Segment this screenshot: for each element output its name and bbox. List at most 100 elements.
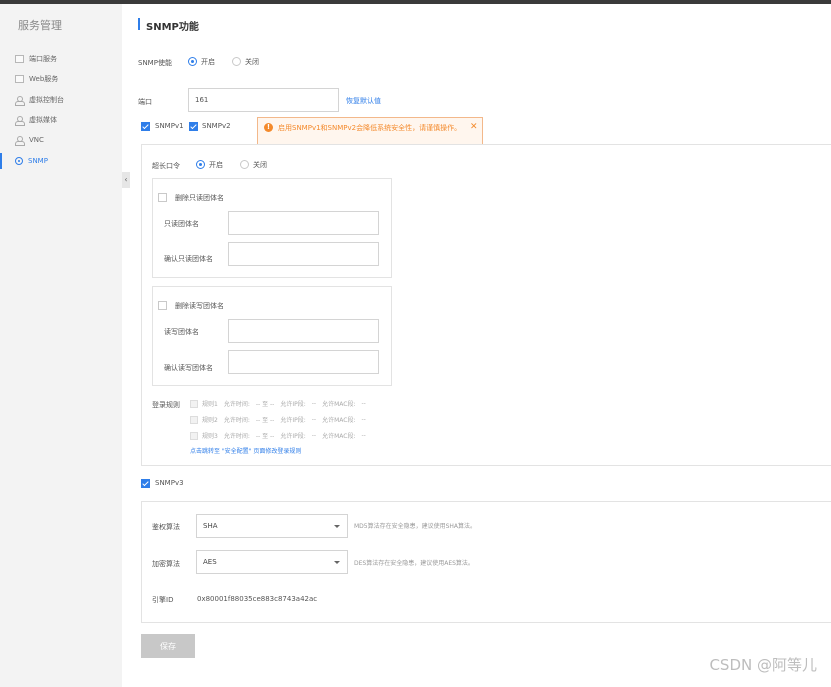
readonly-name-input[interactable] <box>228 211 379 235</box>
warning-icon: ! <box>264 123 273 132</box>
login-rule-checkbox[interactable] <box>190 431 198 440</box>
snmpv1-label: SNMPv1 <box>155 122 184 130</box>
sidebar: 服务管理 端口服务 Web服务 虚拟控制台 虚拟媒体 VNC SNMP <box>0 4 122 687</box>
rule-mac-value: -- <box>361 432 366 439</box>
rule-time-label: 允许时间: <box>223 401 250 408</box>
engine-id-label: 引擎ID <box>152 596 174 604</box>
snmpv1-checkbox[interactable] <box>141 122 150 131</box>
login-rule-row: 规则2 允许时间: -- 至 -- 允许IP段: -- 允许MAC段: -- <box>190 415 372 424</box>
rule-mac-label: 允许MAC段: <box>322 417 356 424</box>
login-rule-row: 规则1 允许时间: -- 至 -- 允许IP段: -- 允许MAC段: -- <box>190 399 372 408</box>
page-title: SNMP功能 <box>146 22 199 33</box>
snmp-enable-label: SNMP使能 <box>138 59 172 67</box>
rule-name: 规则3 <box>202 433 218 440</box>
delete-readonly-checkbox[interactable] <box>158 193 167 202</box>
rule-mac-value: -- <box>361 400 366 407</box>
warning-text: 启用SNMPv1和SNMPv2会降低系统安全性，请谨慎操作。 <box>278 124 462 132</box>
snmpv2-checkbox[interactable] <box>189 122 198 131</box>
long-password-label: 超长口令 <box>152 162 180 170</box>
snmp-enable-on-radio[interactable] <box>188 57 197 66</box>
encryption-algorithm-value: AES <box>203 558 217 566</box>
encryption-algorithm-label: 加密算法 <box>152 560 180 568</box>
rule-ip-label: 允许IP段: <box>280 401 306 408</box>
readwrite-name-input[interactable] <box>228 319 379 343</box>
login-rule-checkbox[interactable] <box>190 415 198 424</box>
rule-name: 规则1 <box>202 401 218 408</box>
close-icon[interactable]: ✕ <box>470 122 478 132</box>
user-icon <box>15 96 25 106</box>
sidebar-item-label: Web服务 <box>29 75 59 83</box>
snmp-enable-on-label: 开启 <box>201 58 215 66</box>
auth-algorithm-label: 鉴权算法 <box>152 523 180 531</box>
long-password-on-radio[interactable] <box>196 160 205 169</box>
gear-icon <box>15 157 23 165</box>
readwrite-confirm-input[interactable] <box>228 350 379 374</box>
readwrite-confirm-label: 确认读写团体名 <box>164 364 213 372</box>
sidebar-item-virtual-console[interactable]: 虚拟控制台 <box>0 90 122 110</box>
auth-algorithm-value: SHA <box>203 522 218 530</box>
rule-mac-value: -- <box>361 416 366 423</box>
sidebar-item-virtual-media[interactable]: 虚拟媒体 <box>0 110 122 130</box>
rule-mac-label: 允许MAC段: <box>322 433 356 440</box>
sidebar-item-label: VNC <box>29 136 44 144</box>
square-icon <box>15 55 24 63</box>
top-bar <box>0 0 831 4</box>
rule-time-value: -- 至 -- <box>255 417 275 424</box>
rule-ip-value: -- <box>311 416 317 423</box>
sidebar-item-snmp[interactable]: SNMP <box>0 151 122 171</box>
readonly-name-label: 只读团体名 <box>164 220 199 228</box>
rule-name: 规则2 <box>202 417 218 424</box>
security-config-link[interactable]: 点击跳转至 "安全配置" 页面修改登录规则 <box>190 446 301 455</box>
sidebar-item-label: SNMP <box>28 157 48 165</box>
snmpv3-label: SNMPv3 <box>155 479 184 487</box>
rule-ip-value: -- <box>311 400 317 407</box>
sidebar-item-vnc[interactable]: VNC <box>0 130 122 150</box>
title-accent-bar <box>138 18 140 30</box>
sidebar-item-port-service[interactable]: 端口服务 <box>0 49 122 69</box>
rule-ip-label: 允许IP段: <box>280 433 306 440</box>
delete-readonly-label: 删除只读团体名 <box>175 194 224 202</box>
snmpv3-checkbox[interactable] <box>141 479 150 488</box>
rule-time-label: 允许时间: <box>223 433 250 440</box>
login-rules-label: 登录规则 <box>152 401 180 409</box>
auth-algorithm-select[interactable]: SHA <box>196 514 348 538</box>
engine-id-value: 0x80001f88035ce883c8743a42ac <box>197 595 318 603</box>
sidebar-item-label: 端口服务 <box>29 55 57 63</box>
login-rule-checkbox[interactable] <box>190 399 198 408</box>
chevron-down-icon <box>334 561 340 564</box>
user-icon <box>15 136 25 146</box>
port-input[interactable]: 161 <box>188 88 339 112</box>
encryption-algorithm-select[interactable]: AES <box>196 550 348 574</box>
square-icon <box>15 75 24 83</box>
rule-ip-value: -- <box>311 432 317 439</box>
snmpv2-label: SNMPv2 <box>202 122 231 130</box>
save-button[interactable]: 保存 <box>141 634 195 658</box>
port-label: 端口 <box>138 98 152 106</box>
readonly-confirm-label: 确认只读团体名 <box>164 255 213 263</box>
rule-time-value: -- 至 -- <box>255 433 275 440</box>
rule-mac-label: 允许MAC段: <box>322 401 356 408</box>
sidebar-title: 服务管理 <box>18 19 62 32</box>
long-password-off-radio[interactable] <box>240 160 249 169</box>
restore-default-link[interactable]: 恢复默认值 <box>346 96 381 106</box>
sidebar-collapse-button[interactable]: ‹ <box>122 172 130 188</box>
sidebar-item-label: 虚拟媒体 <box>29 116 57 124</box>
login-rule-row: 规则3 允许时间: -- 至 -- 允许IP段: -- 允许MAC段: -- <box>190 431 372 440</box>
long-password-off-label: 关闭 <box>253 161 267 169</box>
sidebar-item-web-service[interactable]: Web服务 <box>0 69 122 89</box>
readonly-confirm-input[interactable] <box>228 242 379 266</box>
readwrite-name-label: 读写团体名 <box>164 328 199 336</box>
delete-readwrite-label: 删除读写团体名 <box>175 302 224 310</box>
rule-time-label: 允许时间: <box>223 417 250 424</box>
rule-time-value: -- 至 -- <box>255 401 275 408</box>
auth-algorithm-hint: MD5算法存在安全隐患，建议使用SHA算法。 <box>354 523 477 530</box>
chevron-down-icon <box>334 525 340 528</box>
encryption-algorithm-hint: DES算法存在安全隐患，建议使用AES算法。 <box>354 560 474 567</box>
rule-ip-label: 允许IP段: <box>280 417 306 424</box>
long-password-on-label: 开启 <box>209 161 223 169</box>
snmp-enable-off-label: 关闭 <box>245 58 259 66</box>
delete-readwrite-checkbox[interactable] <box>158 301 167 310</box>
watermark: CSDN @阿等儿 <box>709 656 817 674</box>
user-icon <box>15 116 25 126</box>
snmp-enable-off-radio[interactable] <box>232 57 241 66</box>
